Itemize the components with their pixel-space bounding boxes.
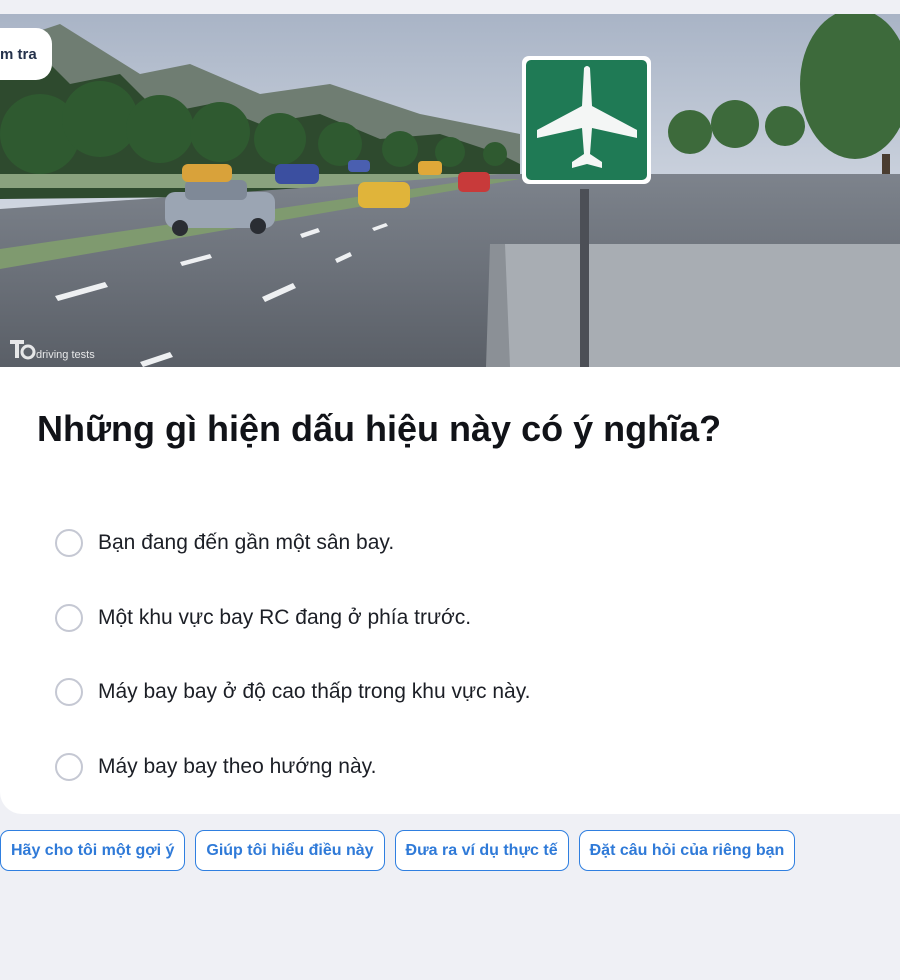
- radio-unchecked-icon[interactable]: [55, 752, 83, 781]
- answer-option-label: Máy bay bay theo hướng này.: [98, 754, 377, 778]
- answer-option-label: Một khu vực bay RC đang ở phía trước.: [98, 605, 472, 629]
- radio-unchecked-icon[interactable]: [55, 529, 83, 558]
- answer-options: Bạn đang đến gần một sân bay. Một khu vự…: [55, 506, 531, 804]
- road-sign-image: driving tests: [0, 14, 900, 367]
- explain-button[interactable]: Giúp tôi hiểu điều này: [195, 830, 385, 871]
- ask-own-question-button[interactable]: Đặt câu hỏi của riêng bạn: [578, 830, 796, 871]
- question-title: Những gì hiện dấu hiệu này có ý nghĩa?: [37, 408, 722, 449]
- question-card: driving tests m tra Những gì hiện dấu hi…: [0, 14, 900, 814]
- answer-option-label: Máy bay bay ở độ cao thấp trong khu vực …: [98, 680, 531, 704]
- answer-option[interactable]: Bạn đang đến gần một sân bay.: [55, 506, 531, 581]
- watermark-text: driving tests: [36, 349, 95, 361]
- answer-option-label: Bạn đang đến gần một sân bay.: [98, 531, 395, 555]
- answer-option[interactable]: Máy bay bay theo hướng này.: [55, 730, 531, 805]
- radio-unchecked-icon[interactable]: [55, 678, 83, 707]
- answer-option[interactable]: Máy bay bay ở độ cao thấp trong khu vực …: [55, 655, 531, 730]
- answer-option[interactable]: Một khu vực bay RC đang ở phía trước.: [55, 581, 531, 656]
- suggestion-buttons: Hãy cho tôi một gợi ý Giúp tôi hiểu điều…: [0, 830, 796, 871]
- radio-unchecked-icon[interactable]: [55, 603, 83, 632]
- hint-button[interactable]: Hãy cho tôi một gợi ý: [0, 830, 186, 871]
- quiz-tag-chip[interactable]: m tra: [0, 28, 52, 80]
- real-example-button[interactable]: Đưa ra ví dụ thực tế: [394, 830, 569, 871]
